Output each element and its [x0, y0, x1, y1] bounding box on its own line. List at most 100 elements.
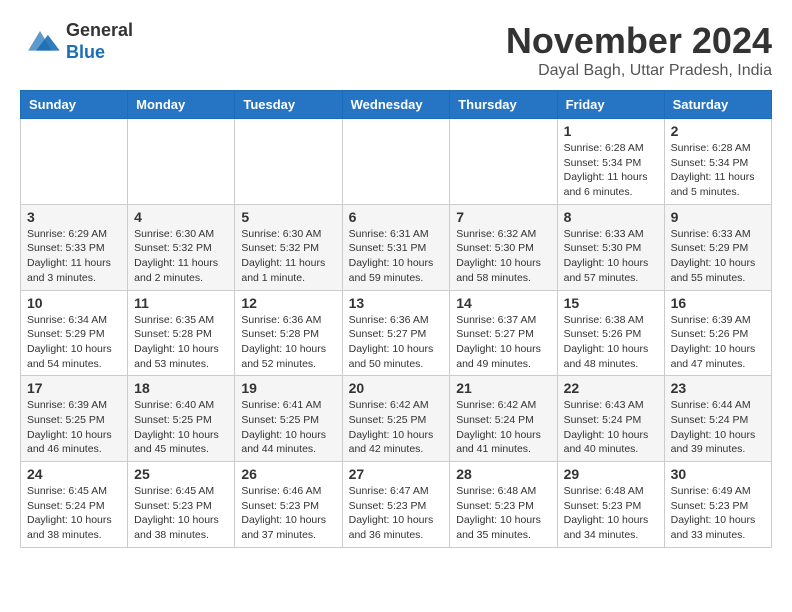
day-info: Sunrise: 6:48 AM Sunset: 5:23 PM Dayligh… [564, 484, 658, 543]
calendar-cell [235, 119, 342, 205]
day-number: 13 [349, 295, 444, 311]
calendar-cell: 27Sunrise: 6:47 AM Sunset: 5:23 PM Dayli… [342, 462, 450, 548]
day-info: Sunrise: 6:45 AM Sunset: 5:23 PM Dayligh… [134, 484, 228, 543]
calendar-header-tuesday: Tuesday [235, 91, 342, 119]
calendar-cell: 26 Sunrise: 6:46 AM Sunset: 5:23 PM Dayli… [235, 462, 342, 548]
calendar-cell: 5 Sunrise: 6:30 AM Sunset: 5:32 PM Daylig… [235, 204, 342, 290]
day-number: 10 [27, 295, 121, 311]
day-number: 8 [564, 209, 658, 225]
calendar-body: 1Sunrise: 6:28 AM Sunset: 5:34 PM Daylig… [21, 119, 772, 548]
day-number: 7 [456, 209, 550, 225]
calendar-cell: 23Sunrise: 6:44 AM Sunset: 5:24 PM Dayli… [664, 376, 771, 462]
day-info: Sunrise: 6:49 AM Sunset: 5:23 PM Dayligh… [671, 484, 765, 543]
calendar-header-thursday: Thursday [450, 91, 557, 119]
day-number: 22 [564, 380, 658, 396]
day-info: Sunrise: 6:42 AM Sunset: 5:25 PM Dayligh… [349, 398, 444, 457]
calendar-cell: 21Sunrise: 6:42 AM Sunset: 5:24 PM Dayli… [450, 376, 557, 462]
calendar-cell: 17 Sunrise: 6:39 AM Sunset: 5:25 PM Dayli… [21, 376, 128, 462]
calendar-cell: 1Sunrise: 6:28 AM Sunset: 5:34 PM Daylig… [557, 119, 664, 205]
day-number: 9 [671, 209, 765, 225]
day-info: Sunrise: 6:42 AM Sunset: 5:24 PM Dayligh… [456, 398, 550, 457]
calendar-cell: 20 Sunrise: 6:42 AM Sunset: 5:25 PM Dayli… [342, 376, 450, 462]
calendar-cell: 11Sunrise: 6:35 AM Sunset: 5:28 PM Dayli… [128, 290, 235, 376]
day-info: Sunrise: 6:30 AM Sunset: 5:32 PM Dayligh… [134, 227, 228, 286]
calendar-cell: 6 Sunrise: 6:31 AM Sunset: 5:31 PM Daylig… [342, 204, 450, 290]
calendar-cell: 28Sunrise: 6:48 AM Sunset: 5:23 PM Dayli… [450, 462, 557, 548]
day-number: 30 [671, 466, 765, 482]
calendar-cell: 19 Sunrise: 6:41 AM Sunset: 5:25 PM Dayli… [235, 376, 342, 462]
day-info: Sunrise: 6:39 AM Sunset: 5:25 PM Dayligh… [27, 398, 121, 457]
calendar-week-row: 24 Sunrise: 6:45 AM Sunset: 5:24 PM Dayli… [21, 462, 772, 548]
calendar-cell [450, 119, 557, 205]
day-info: Sunrise: 6:29 AM Sunset: 5:33 PM Dayligh… [27, 227, 121, 286]
day-info: Sunrise: 6:45 AM Sunset: 5:24 PM Dayligh… [27, 484, 121, 543]
day-number: 20 [349, 380, 444, 396]
calendar-cell [342, 119, 450, 205]
day-number: 3 [27, 209, 121, 225]
calendar-cell: 10 Sunrise: 6:34 AM Sunset: 5:29 PM Dayli… [21, 290, 128, 376]
calendar-header-wednesday: Wednesday [342, 91, 450, 119]
calendar-week-row: 10 Sunrise: 6:34 AM Sunset: 5:29 PM Dayli… [21, 290, 772, 376]
day-number: 18 [134, 380, 228, 396]
day-number: 16 [671, 295, 765, 311]
calendar-cell: 13 Sunrise: 6:36 AM Sunset: 5:27 PM Dayli… [342, 290, 450, 376]
logo: General Blue [20, 20, 133, 63]
day-info: Sunrise: 6:38 AM Sunset: 5:26 PM Dayligh… [564, 313, 658, 372]
day-number: 6 [349, 209, 444, 225]
day-number: 19 [241, 380, 335, 396]
day-info: Sunrise: 6:30 AM Sunset: 5:32 PM Dayligh… [241, 227, 335, 286]
calendar-cell: 16 Sunrise: 6:39 AM Sunset: 5:26 PM Dayli… [664, 290, 771, 376]
calendar-cell: 3 Sunrise: 6:29 AM Sunset: 5:33 PM Daylig… [21, 204, 128, 290]
day-info: Sunrise: 6:39 AM Sunset: 5:26 PM Dayligh… [671, 313, 765, 372]
day-info: Sunrise: 6:46 AM Sunset: 5:23 PM Dayligh… [241, 484, 335, 543]
day-info: Sunrise: 6:34 AM Sunset: 5:29 PM Dayligh… [27, 313, 121, 372]
month-year-title: November 2024 [506, 20, 772, 62]
day-number: 15 [564, 295, 658, 311]
day-number: 14 [456, 295, 550, 311]
calendar-header-friday: Friday [557, 91, 664, 119]
calendar-cell: 30 Sunrise: 6:49 AM Sunset: 5:23 PM Dayli… [664, 462, 771, 548]
day-number: 11 [134, 295, 228, 311]
calendar-cell: 15 Sunrise: 6:38 AM Sunset: 5:26 PM Dayli… [557, 290, 664, 376]
calendar-week-row: 17 Sunrise: 6:39 AM Sunset: 5:25 PM Dayli… [21, 376, 772, 462]
calendar-cell: 4 Sunrise: 6:30 AM Sunset: 5:32 PM Daylig… [128, 204, 235, 290]
calendar-cell: 25 Sunrise: 6:45 AM Sunset: 5:23 PM Dayli… [128, 462, 235, 548]
day-info: Sunrise: 6:36 AM Sunset: 5:27 PM Dayligh… [349, 313, 444, 372]
calendar-cell: 22 Sunrise: 6:43 AM Sunset: 5:24 PM Dayli… [557, 376, 664, 462]
day-info: Sunrise: 6:36 AM Sunset: 5:28 PM Dayligh… [241, 313, 335, 372]
day-info: Sunrise: 6:40 AM Sunset: 5:25 PM Dayligh… [134, 398, 228, 457]
calendar-week-row: 1Sunrise: 6:28 AM Sunset: 5:34 PM Daylig… [21, 119, 772, 205]
day-info: Sunrise: 6:33 AM Sunset: 5:29 PM Dayligh… [671, 227, 765, 286]
day-number: 26 [241, 466, 335, 482]
day-number: 28 [456, 466, 550, 482]
day-info: Sunrise: 6:47 AM Sunset: 5:23 PM Dayligh… [349, 484, 444, 543]
day-info: Sunrise: 6:41 AM Sunset: 5:25 PM Dayligh… [241, 398, 335, 457]
calendar-cell: 9 Sunrise: 6:33 AM Sunset: 5:29 PM Daylig… [664, 204, 771, 290]
calendar-table: SundayMondayTuesdayWednesdayThursdayFrid… [20, 90, 772, 548]
logo-general: General [66, 20, 133, 40]
calendar-cell: 29 Sunrise: 6:48 AM Sunset: 5:23 PM Dayli… [557, 462, 664, 548]
calendar-cell [21, 119, 128, 205]
calendar-cell: 24 Sunrise: 6:45 AM Sunset: 5:24 PM Dayli… [21, 462, 128, 548]
day-number: 25 [134, 466, 228, 482]
page-header: General Blue November 2024 Dayal Bagh, U… [20, 20, 772, 80]
day-info: Sunrise: 6:32 AM Sunset: 5:30 PM Dayligh… [456, 227, 550, 286]
day-number: 5 [241, 209, 335, 225]
day-number: 17 [27, 380, 121, 396]
day-number: 2 [671, 123, 765, 139]
calendar-cell: 12 Sunrise: 6:36 AM Sunset: 5:28 PM Dayli… [235, 290, 342, 376]
day-number: 29 [564, 466, 658, 482]
day-number: 24 [27, 466, 121, 482]
day-info: Sunrise: 6:43 AM Sunset: 5:24 PM Dayligh… [564, 398, 658, 457]
day-number: 12 [241, 295, 335, 311]
calendar-cell: 14Sunrise: 6:37 AM Sunset: 5:27 PM Dayli… [450, 290, 557, 376]
day-info: Sunrise: 6:28 AM Sunset: 5:34 PM Dayligh… [564, 141, 658, 200]
calendar-cell: 18 Sunrise: 6:40 AM Sunset: 5:25 PM Dayli… [128, 376, 235, 462]
day-info: Sunrise: 6:31 AM Sunset: 5:31 PM Dayligh… [349, 227, 444, 286]
logo-blue: Blue [66, 42, 105, 62]
logo-text: General Blue [66, 20, 133, 63]
day-info: Sunrise: 6:28 AM Sunset: 5:34 PM Dayligh… [671, 141, 765, 200]
calendar-header-monday: Monday [128, 91, 235, 119]
calendar-cell: 2 Sunrise: 6:28 AM Sunset: 5:34 PM Daylig… [664, 119, 771, 205]
day-number: 4 [134, 209, 228, 225]
